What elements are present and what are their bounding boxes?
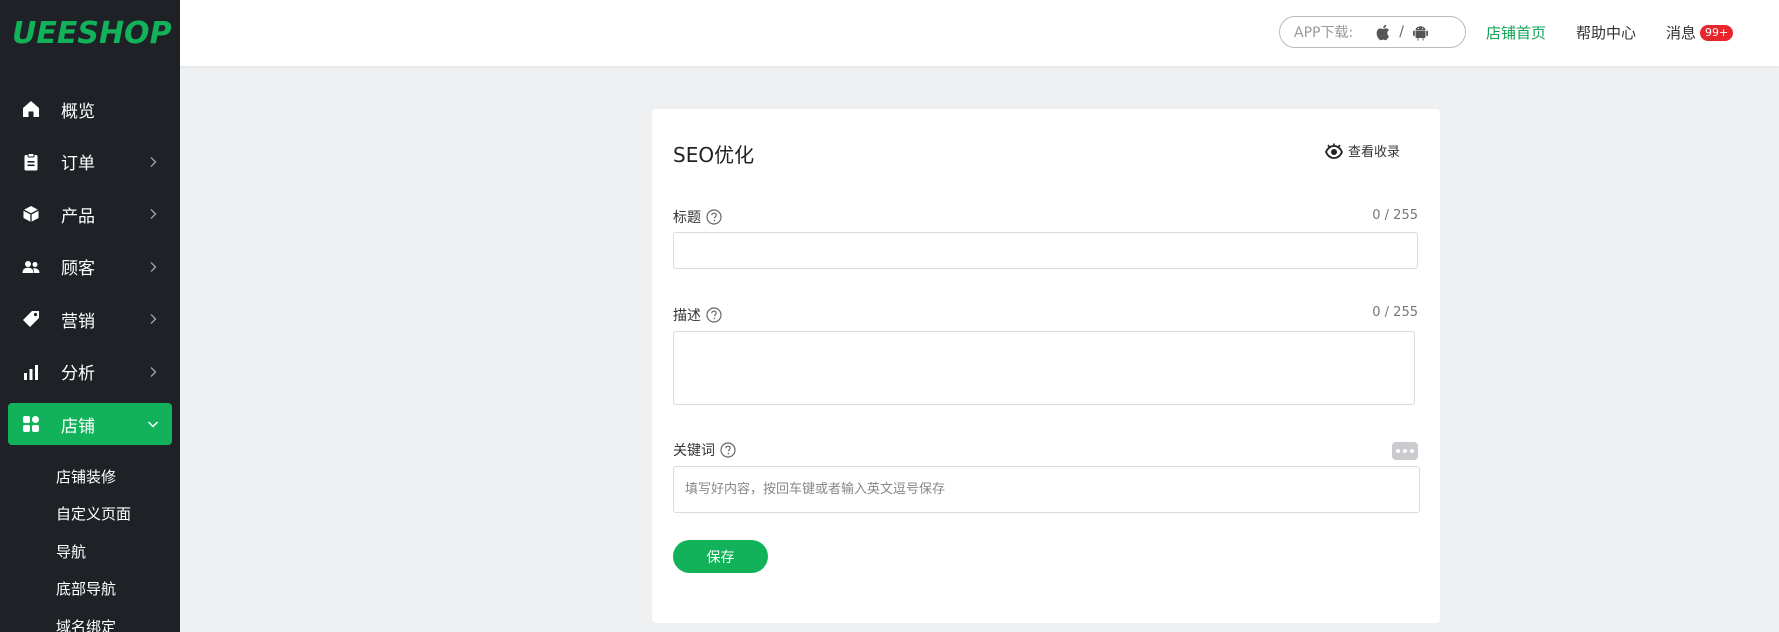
description-label-text: 描述 [673, 308, 701, 324]
dot [1410, 449, 1414, 453]
sidebar-item-label: 订单 [61, 154, 95, 174]
store-home-link[interactable]: 店铺首页 [1486, 22, 1546, 43]
view-index-button[interactable]: 查看收录 [1324, 141, 1400, 160]
sidebar-item-customers[interactable]: 顾客 [8, 246, 172, 288]
messages-label: 消息 [1666, 24, 1697, 42]
topbar: APP下载: / 店铺首页 帮助中心 消息 99+ [180, 0, 1779, 66]
keywords-label-text: 关键词 [673, 443, 715, 459]
users-icon [20, 256, 42, 278]
seo-title-input[interactable] [673, 232, 1418, 269]
view-index-label: 查看收录 [1348, 145, 1401, 160]
submenu-item-domain-binding[interactable]: 域名绑定 [0, 608, 180, 632]
sidebar-item-label: 产品 [61, 206, 95, 227]
box-icon [20, 203, 42, 225]
chevron-right-icon [144, 310, 162, 328]
home-icon [20, 98, 42, 120]
sidebar: UEESHOP 概览 订单 产品 顾客 营销 分析 店铺 店铺装修 自定义页面 … [0, 0, 180, 632]
chevron-right-icon [144, 258, 162, 276]
dot [1396, 449, 1400, 453]
sidebar-item-label: 概览 [61, 101, 95, 122]
submenu-item-footer-navigation[interactable]: 底部导航 [0, 570, 180, 608]
help-icon[interactable] [706, 307, 722, 323]
sidebar-item-store[interactable]: 店铺 [8, 403, 172, 445]
separator: / [1399, 24, 1404, 40]
messages-badge: 99+ [1700, 24, 1734, 41]
sidebar-item-label: 顾客 [61, 259, 95, 279]
sidebar-item-label: 分析 [61, 364, 95, 384]
help-center-link[interactable]: 帮助中心 [1576, 22, 1636, 43]
page-title: SEO优化 [673, 143, 755, 167]
bar-chart-icon [20, 361, 42, 383]
description-field-label: 描述 [673, 305, 722, 325]
keywords-field-label: 关键词 [673, 440, 736, 460]
description-char-counter: 0 / 255 [1372, 305, 1418, 320]
chevron-down-icon [144, 415, 162, 433]
chevron-right-icon [144, 205, 162, 223]
eye-icon [1324, 142, 1344, 160]
logo[interactable]: UEESHOP [0, 0, 180, 66]
app-download-label: APP下载: [1294, 25, 1354, 41]
chevron-right-icon [144, 363, 162, 381]
clipboard-icon [20, 151, 42, 173]
sidebar-item-label: 店铺 [61, 416, 95, 437]
submenu-item-store-decoration[interactable]: 店铺装修 [0, 458, 180, 496]
more-options-button[interactable] [1392, 442, 1418, 460]
dot [1403, 449, 1407, 453]
store-submenu: 店铺装修 自定义页面 导航 底部导航 域名绑定 [0, 456, 180, 632]
seo-description-textarea[interactable] [673, 331, 1415, 405]
title-field-label: 标题 [673, 207, 722, 227]
seo-card: SEO优化 查看收录 标题 0 / 255 描述 0 / 255 关键词 保存 [652, 109, 1440, 623]
title-label-text: 标题 [673, 210, 701, 226]
save-button[interactable]: 保存 [673, 540, 768, 573]
grid-icon [20, 413, 42, 435]
title-char-counter: 0 / 255 [1372, 208, 1418, 223]
android-icon[interactable] [1412, 23, 1430, 41]
sidebar-item-label: 营销 [61, 311, 95, 332]
app-download: APP下载: / [1279, 16, 1466, 48]
seo-keywords-input[interactable] [673, 466, 1420, 513]
sidebar-item-analytics[interactable]: 分析 [8, 351, 172, 393]
submenu-item-navigation[interactable]: 导航 [0, 533, 180, 571]
messages-link[interactable]: 消息 99+ [1666, 22, 1734, 43]
help-icon[interactable] [706, 209, 722, 225]
nav-list: 概览 订单 产品 顾客 营销 分析 店铺 [0, 66, 180, 445]
tag-icon [20, 308, 42, 330]
sidebar-item-overview[interactable]: 概览 [8, 88, 172, 130]
sidebar-item-marketing[interactable]: 营销 [8, 298, 172, 340]
sidebar-item-orders[interactable]: 订单 [8, 141, 172, 183]
help-icon[interactable] [720, 442, 736, 458]
submenu-item-custom-pages[interactable]: 自定义页面 [0, 495, 180, 533]
chevron-right-icon [144, 153, 162, 171]
sidebar-item-products[interactable]: 产品 [8, 193, 172, 235]
apple-icon[interactable] [1373, 23, 1391, 41]
